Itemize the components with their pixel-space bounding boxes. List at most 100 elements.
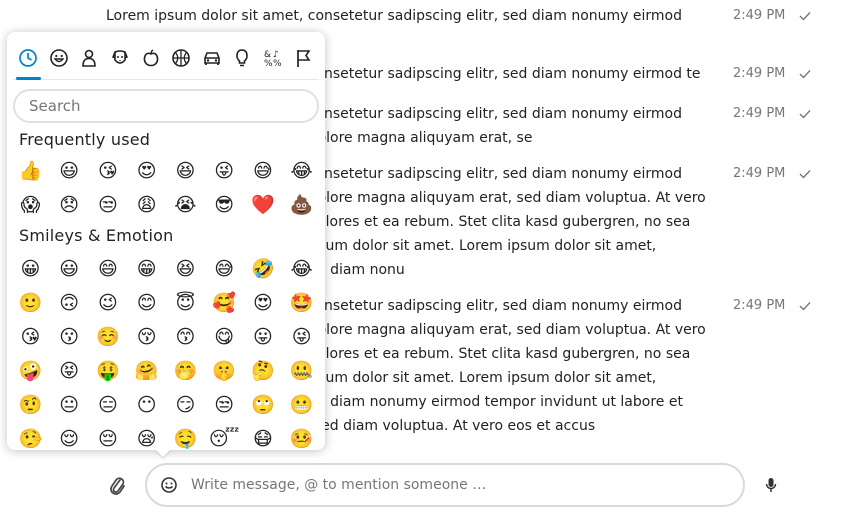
message-time: 2:49 PM: [733, 106, 786, 121]
emoji-button[interactable]: 😱: [11, 188, 50, 222]
category-recent-icon[interactable]: [13, 36, 44, 80]
emoji-button[interactable]: 🤑: [89, 354, 128, 388]
emoji-button[interactable]: 🙃: [50, 286, 89, 320]
emoji-button[interactable]: 😁: [127, 252, 166, 286]
emoji-grid-frequently-used: 👍 😃 😘 😍 😆 😜 😅 😂 😱 😞 😒 😩 😭 😎 ❤️ 💩: [11, 154, 321, 222]
emoji-glyph: 😂: [290, 257, 313, 280]
message-input[interactable]: [191, 473, 711, 497]
emoji-glyph: 🤩: [289, 291, 314, 314]
category-symbols-icon[interactable]: & ♪%%: [258, 36, 289, 79]
smiley-icon[interactable]: [159, 475, 179, 495]
emoji-button[interactable]: 😙: [166, 320, 205, 354]
emoji-glyph: 🤪: [18, 359, 43, 382]
sent-check-icon: [799, 11, 811, 21]
emoji-button[interactable]: 🙄: [244, 388, 283, 422]
emoji-button[interactable]: 😍: [244, 286, 283, 320]
emoji-search-input[interactable]: [13, 89, 319, 123]
emoji-button[interactable]: 😊: [127, 286, 166, 320]
emoji-button[interactable]: 🤣: [244, 252, 283, 286]
emoji-glyph: 😅: [214, 257, 235, 280]
emoji-button[interactable]: 😍: [127, 154, 166, 188]
microphone-icon[interactable]: [764, 474, 778, 496]
emoji-glyph: 😝: [59, 359, 80, 382]
emoji-button[interactable]: 😛: [244, 320, 283, 354]
emoji-glyph: 😌: [59, 427, 80, 450]
emoji-grid-smileys-emotion: 😀 😃 😄 😁 😆 😅 🤣 😂 🙂 🙃 😉 😊 😇 🥰 😍 🤩 😘 😗 ☺️ 😚 😙 😋 😛 😜 🤪 😝 🤑 🤗 🤭 🤫 🤔 🤐 🤨 😐 😑 😶 😏 😒 🙄…: [11, 252, 321, 450]
emoji-button[interactable]: ☺️: [89, 320, 128, 354]
message-time: 2:49 PM: [733, 298, 786, 313]
emoji-button[interactable]: 😉: [89, 286, 128, 320]
emoji-button[interactable]: 🤤: [166, 422, 205, 450]
category-food-icon[interactable]: [135, 36, 166, 79]
emoji-button[interactable]: 😅: [244, 154, 283, 188]
emoji-button[interactable]: 😐: [50, 388, 89, 422]
message-meta: 2:49 PM: [733, 62, 811, 86]
emoji-button[interactable]: 😜: [282, 320, 321, 354]
emoji-button[interactable]: 😝: [50, 354, 89, 388]
emoji-button[interactable]: 🤥: [11, 422, 50, 450]
emoji-button[interactable]: 😗: [50, 320, 89, 354]
emoji-button[interactable]: 😞: [50, 188, 89, 222]
emoji-button[interactable]: 😂: [282, 154, 321, 188]
category-travel-icon[interactable]: [197, 36, 228, 79]
emoji-button[interactable]: 😴: [205, 422, 244, 450]
emoji-button[interactable]: 😜: [205, 154, 244, 188]
emoji-button[interactable]: 😀: [11, 252, 50, 286]
emoji-button[interactable]: 😚: [127, 320, 166, 354]
emoji-button[interactable]: 😑: [89, 388, 128, 422]
emoji-button[interactable]: 🤩: [282, 286, 321, 320]
emoji-glyph: 😒: [214, 393, 235, 416]
emoji-button[interactable]: 😒: [89, 188, 128, 222]
message-time: 2:49 PM: [733, 66, 786, 81]
emoji-button[interactable]: 😏: [166, 388, 205, 422]
emoji-button[interactable]: 😂: [282, 252, 321, 286]
emoji-glyph: 😗: [59, 325, 80, 348]
emoji-button[interactable]: 😅: [205, 252, 244, 286]
emoji-glyph: 🤑: [96, 359, 120, 382]
message-meta: 2:49 PM: [733, 4, 811, 28]
emoji-button[interactable]: 🙂: [11, 286, 50, 320]
emoji-button[interactable]: 💩: [282, 188, 321, 222]
emoji-button[interactable]: 🥰: [205, 286, 244, 320]
emoji-button[interactable]: 😃: [50, 252, 89, 286]
emoji-button[interactable]: 😌: [50, 422, 89, 450]
emoji-button[interactable]: ❤️: [244, 188, 283, 222]
emoji-button[interactable]: 😆: [166, 154, 205, 188]
emoji-glyph: 😁: [136, 257, 157, 280]
emoji-button[interactable]: 😃: [50, 154, 89, 188]
emoji-button[interactable]: 😆: [166, 252, 205, 286]
emoji-button[interactable]: 😷: [244, 422, 283, 450]
emoji-button[interactable]: 😎: [205, 188, 244, 222]
emoji-button[interactable]: 👍: [11, 154, 50, 188]
emoji-button[interactable]: 😋: [205, 320, 244, 354]
emoji-button[interactable]: 🤭: [166, 354, 205, 388]
category-flags-icon[interactable]: [288, 36, 319, 79]
emoji-button[interactable]: 😒: [205, 388, 244, 422]
emoji-button[interactable]: 😶: [127, 388, 166, 422]
emoji-button[interactable]: 🤨: [11, 388, 50, 422]
emoji-button[interactable]: 😘: [11, 320, 50, 354]
emoji-glyph: 😒: [97, 193, 118, 216]
emoji-button[interactable]: 😪: [127, 422, 166, 450]
category-people-icon[interactable]: [74, 36, 105, 79]
emoji-glyph: 😶: [136, 393, 157, 416]
emoji-button[interactable]: 🤐: [282, 354, 321, 388]
emoji-button[interactable]: 😩: [127, 188, 166, 222]
emoji-button[interactable]: 😄: [89, 252, 128, 286]
category-smileys-icon[interactable]: [44, 36, 75, 79]
emoji-button[interactable]: 😔: [89, 422, 128, 450]
category-objects-icon[interactable]: [227, 36, 258, 79]
emoji-button[interactable]: 🤔: [244, 354, 283, 388]
emoji-button[interactable]: 🤒: [282, 422, 321, 450]
emoji-button[interactable]: 😇: [166, 286, 205, 320]
category-activities-icon[interactable]: [166, 36, 197, 79]
emoji-button[interactable]: 🤗: [127, 354, 166, 388]
emoji-button[interactable]: 🤪: [11, 354, 50, 388]
emoji-glyph: 😪: [136, 427, 157, 450]
category-nature-icon[interactable]: [105, 36, 136, 79]
emoji-button[interactable]: 😭: [166, 188, 205, 222]
emoji-button[interactable]: 🤫: [205, 354, 244, 388]
emoji-button[interactable]: 😘: [89, 154, 128, 188]
emoji-button[interactable]: 😬: [282, 388, 321, 422]
paperclip-icon[interactable]: [108, 475, 128, 497]
